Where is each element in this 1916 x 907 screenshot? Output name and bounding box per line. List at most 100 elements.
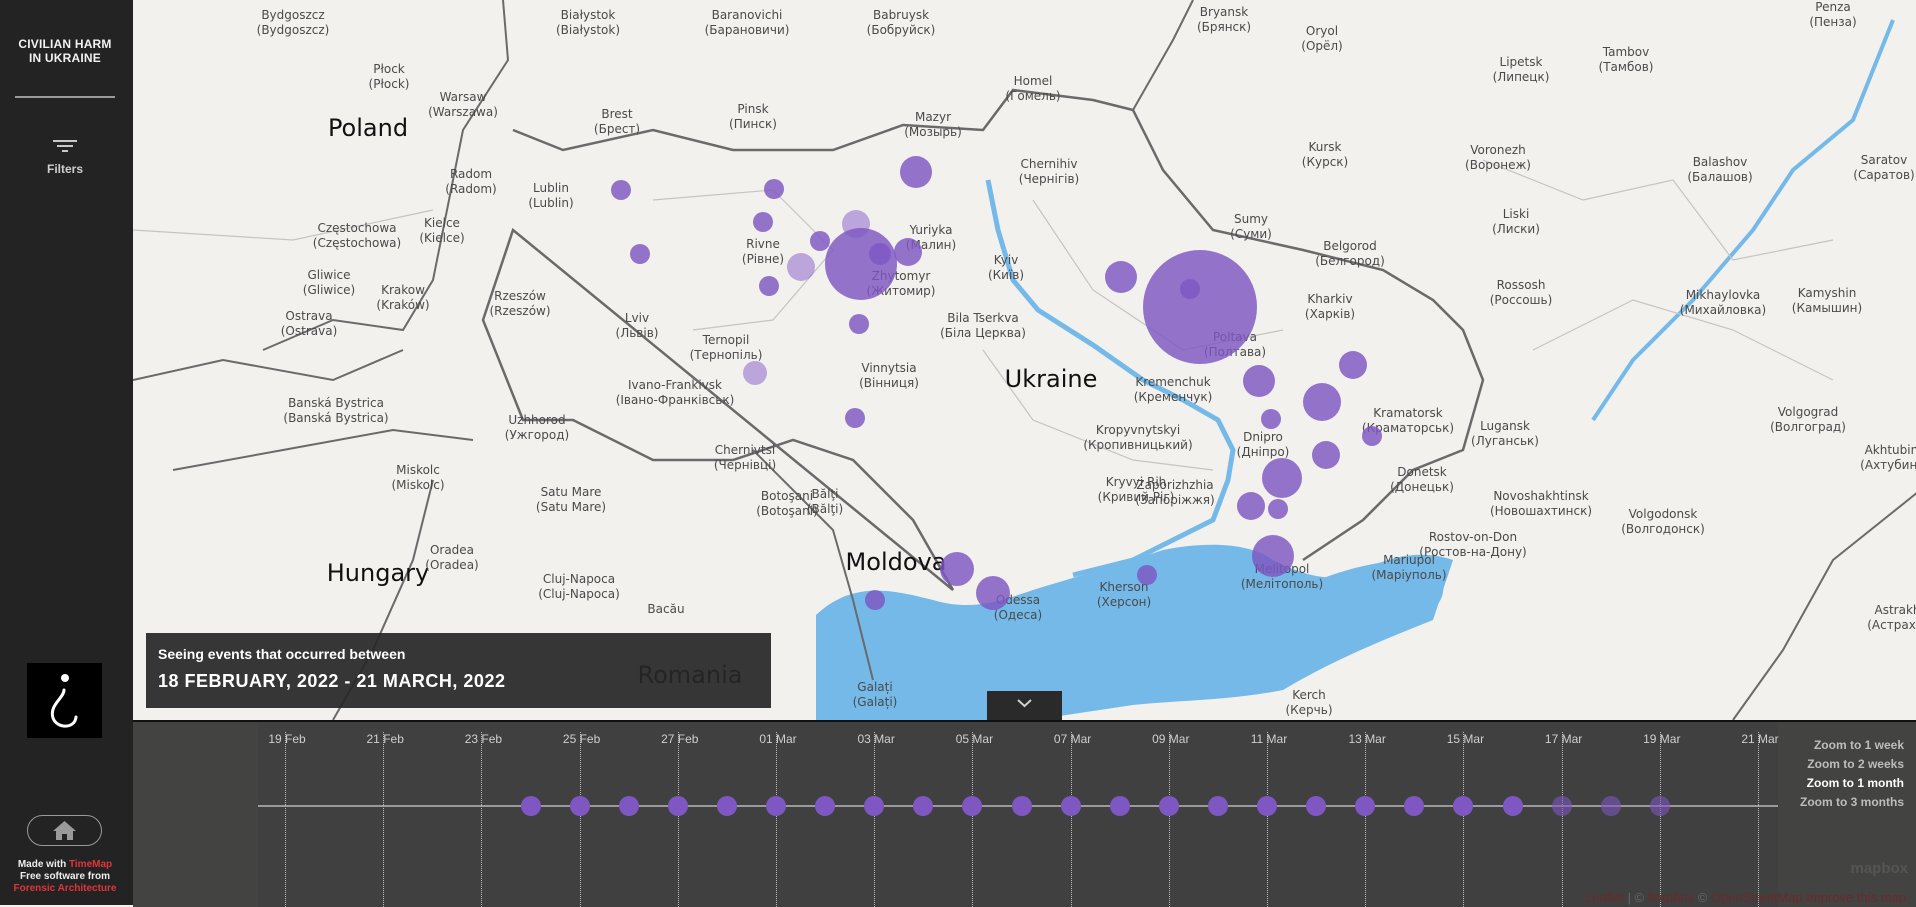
city-label: Uzhhorod (Ужгород) [505, 413, 569, 443]
timeline[interactable]: 19 Feb 21 Feb 23 Feb 25 Feb 27 Feb 01 Mar 03 M… [133, 720, 1916, 907]
osm-link[interactable]: OpenStreetMap [1711, 890, 1803, 905]
event-marker[interactable] [764, 179, 784, 199]
event-marker[interactable] [825, 228, 897, 300]
city-name: Oryol [1305, 24, 1339, 38]
event-marker[interactable] [940, 552, 974, 586]
event-marker[interactable] [1105, 261, 1137, 293]
zoom-option[interactable]: Zoom to 3 months [1800, 793, 1904, 812]
improve-map-link[interactable]: Improve this map [1806, 890, 1906, 905]
timeline-toggle-button[interactable] [987, 691, 1062, 720]
city-name: Rostov-on-Don [1428, 530, 1518, 544]
city-label: Volgodonsk (Волгодонск) [1621, 507, 1705, 537]
city-label: Gliwice (Gliwice) [303, 268, 355, 298]
city-local-name: (Суми) [1230, 227, 1272, 241]
filters-button[interactable]: Filters [30, 140, 100, 180]
timeline-event-dot[interactable] [1011, 796, 1032, 816]
timeline-event-dot[interactable] [569, 796, 590, 816]
zoom-option[interactable]: Zoom to 1 week [1800, 736, 1904, 755]
event-marker[interactable] [1339, 351, 1367, 379]
city-name: Lublin [533, 181, 569, 195]
event-marker[interactable] [1252, 535, 1294, 577]
timeline-event-dot[interactable] [864, 796, 885, 816]
timeline-event-dot[interactable] [1551, 796, 1572, 816]
city-local-name: (Warszawa) [428, 105, 498, 119]
timeline-event-dot[interactable] [716, 796, 737, 816]
city-label: Kamyshin (Камышин) [1792, 286, 1862, 316]
event-marker[interactable] [865, 590, 885, 610]
info-button[interactable] [27, 663, 102, 738]
timeline-event-dot[interactable] [1502, 796, 1523, 816]
event-marker[interactable] [894, 238, 922, 266]
timeline-event-dot[interactable] [667, 796, 688, 816]
timeline-event-dot[interactable] [1649, 796, 1670, 816]
home-icon [53, 821, 76, 840]
event-marker[interactable] [1268, 499, 1288, 519]
event-marker[interactable] [1180, 279, 1200, 299]
timeline-event-dot[interactable] [913, 796, 934, 816]
event-marker[interactable] [1143, 250, 1257, 364]
timeline-event-dot[interactable] [1060, 796, 1081, 816]
event-marker[interactable] [611, 180, 631, 200]
timeline-tick [481, 732, 483, 907]
timeline-event-dot[interactable] [1306, 796, 1327, 816]
city-label: Sumy (Суми) [1230, 212, 1272, 242]
city-local-name: (Чернігів) [1018, 172, 1080, 186]
timeline-event-dot[interactable] [962, 796, 983, 816]
event-marker[interactable] [1237, 492, 1265, 520]
event-marker[interactable] [1303, 383, 1341, 421]
timeline-tick-label: 21 Feb [366, 732, 404, 746]
event-marker[interactable] [810, 231, 830, 251]
event-marker[interactable] [1262, 458, 1302, 498]
city-local-name: (Лиски) [1492, 222, 1540, 236]
city-local-name: (Донецьк) [1390, 480, 1454, 494]
event-marker[interactable] [849, 314, 869, 334]
timeline-event-dot[interactable] [618, 796, 639, 816]
mapbox-logo[interactable]: mapbox [1850, 860, 1908, 877]
event-marker[interactable] [1312, 441, 1340, 469]
city-label: Oryol (Орёл) [1301, 24, 1342, 54]
timeline-tick-label: 25 Feb [562, 732, 601, 746]
timeline-event-dot[interactable] [1355, 796, 1376, 816]
city-local-name: (Miskolc) [391, 478, 445, 492]
timemap-link[interactable]: TimeMap [69, 859, 112, 870]
timeline-event-dot[interactable] [1453, 796, 1474, 816]
event-marker[interactable] [1137, 565, 1157, 585]
home-button[interactable] [27, 815, 102, 846]
timeline-tick [874, 732, 876, 907]
timeline-event-dot[interactable] [1404, 796, 1425, 816]
event-marker[interactable] [845, 408, 865, 428]
filters-label: Filters [46, 162, 83, 176]
event-marker[interactable] [976, 576, 1010, 610]
city-name: Satu Mare [540, 485, 602, 499]
city-name: Rivne [746, 237, 780, 251]
timeline-event-dot[interactable] [1600, 796, 1621, 816]
timeline-event-dot[interactable] [1257, 796, 1277, 816]
timeline-event-dot[interactable] [766, 796, 786, 816]
timeline-event-dot[interactable] [1109, 796, 1130, 816]
zoom-option[interactable]: Zoom to 1 month [1800, 774, 1904, 793]
event-marker[interactable] [1243, 365, 1275, 397]
forensic-architecture-link[interactable]: Forensic Architecture [0, 883, 130, 895]
city-name: Kursk [1308, 140, 1342, 154]
event-marker[interactable] [753, 212, 773, 232]
leaflet-link[interactable]: Leaflet [1585, 890, 1624, 905]
city-local-name: (Płock) [368, 77, 410, 91]
timeline-event-dot[interactable] [815, 796, 836, 816]
timeline-tick-label: 19 Mar [1643, 732, 1681, 746]
event-marker[interactable] [787, 253, 815, 281]
city-local-name: (Івано-Франківськ) [615, 393, 735, 407]
city-local-name: (Kielce) [419, 231, 465, 245]
event-marker[interactable] [1362, 426, 1382, 446]
timeline-event-dot[interactable] [1158, 796, 1179, 816]
zoom-option[interactable]: Zoom to 2 weeks [1800, 755, 1904, 774]
city-label: Astrakhan(Астрахань) [1867, 603, 1916, 633]
event-marker[interactable] [759, 276, 779, 296]
event-marker[interactable] [630, 244, 650, 264]
timeline-event-dot[interactable] [1207, 796, 1228, 816]
mapbox-link[interactable]: Mapbox [1648, 890, 1694, 905]
event-marker[interactable] [743, 361, 767, 385]
timeline-event-dot[interactable] [520, 796, 541, 816]
city-name: Yuriyka [909, 223, 953, 237]
event-marker[interactable] [1261, 409, 1281, 429]
event-marker[interactable] [900, 156, 932, 188]
